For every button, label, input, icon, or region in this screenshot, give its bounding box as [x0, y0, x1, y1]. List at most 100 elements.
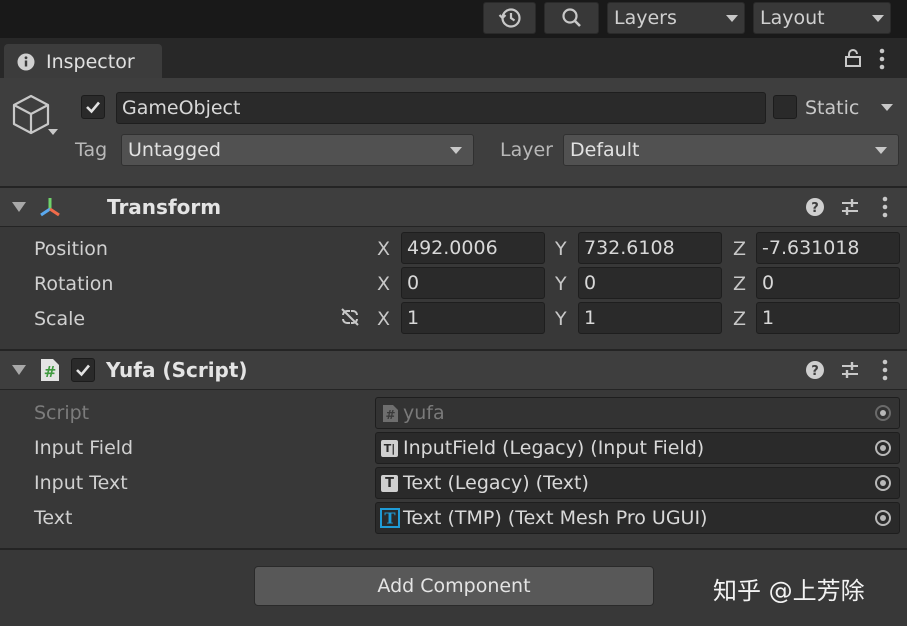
- script-object-value: yufa: [403, 402, 445, 424]
- svg-text:#: #: [385, 408, 395, 422]
- divider: [0, 226, 907, 227]
- layer-dropdown-value: Default: [570, 139, 640, 161]
- object-picker-icon[interactable]: [875, 475, 891, 491]
- object-picker-icon[interactable]: [875, 440, 891, 456]
- lock-icon[interactable]: [844, 48, 862, 68]
- help-icon[interactable]: ?: [805, 360, 825, 380]
- scale-x-value: 1: [407, 307, 420, 329]
- foldout-arrow-icon[interactable]: [12, 365, 26, 375]
- foldout-arrow-icon[interactable]: [12, 202, 26, 212]
- checkmark-icon: [76, 364, 90, 377]
- tag-dropdown[interactable]: Untagged: [121, 134, 474, 166]
- object-picker-icon[interactable]: [875, 510, 891, 526]
- axis-y-label: Y: [555, 308, 567, 330]
- text-object-field[interactable]: T Text (TMP) (Text Mesh Pro UGUI): [375, 502, 900, 534]
- object-picker-icon: [875, 405, 891, 421]
- gameobject-name-field[interactable]: GameObject: [116, 92, 766, 124]
- cube-icon[interactable]: [10, 93, 60, 141]
- checkmark-icon: [86, 101, 100, 114]
- preset-icon[interactable]: [840, 197, 860, 217]
- script-icon: #: [383, 405, 398, 422]
- search-button[interactable]: [544, 2, 599, 34]
- scale-z-field[interactable]: 1: [756, 302, 900, 334]
- chevron-down-icon: [875, 147, 887, 154]
- layers-dropdown-label: Layers: [614, 7, 677, 29]
- scale-y-field[interactable]: 1: [578, 302, 722, 334]
- position-x-value: 492.0006: [407, 237, 498, 259]
- top-toolbar: Layers Layout: [0, 0, 907, 38]
- layout-dropdown[interactable]: Layout: [753, 2, 891, 34]
- add-component-button[interactable]: Add Component: [254, 566, 654, 606]
- rotation-x-value: 0: [407, 272, 420, 294]
- position-y-value: 732.6108: [584, 237, 675, 259]
- kebab-menu-icon[interactable]: [879, 359, 891, 381]
- kebab-menu-icon[interactable]: [879, 196, 891, 218]
- axis-z-label: Z: [733, 308, 747, 330]
- scale-y-value: 1: [584, 307, 597, 329]
- input-field-label: Input Field: [34, 437, 134, 459]
- preset-icon[interactable]: [840, 360, 860, 380]
- history-button[interactable]: [483, 2, 536, 34]
- position-y-field[interactable]: 732.6108: [578, 232, 722, 264]
- tag-label: Tag: [75, 139, 108, 161]
- axis-z-label: Z: [733, 273, 747, 295]
- info-icon: [17, 53, 35, 71]
- active-checkbox[interactable]: [81, 95, 105, 119]
- position-x-field[interactable]: 492.0006: [401, 232, 545, 264]
- script-icon: #: [41, 359, 59, 381]
- text-object-value: Text (TMP) (Text Mesh Pro UGUI): [403, 507, 708, 529]
- script-enabled-checkbox[interactable]: [71, 358, 95, 382]
- static-dropdown-icon[interactable]: [881, 104, 893, 111]
- input-text-object-value: Text (Legacy) (Text): [403, 472, 589, 494]
- svg-text:#: #: [44, 363, 57, 381]
- input-text-label: Input Text: [34, 472, 128, 494]
- inspector-tab-bar: Inspector: [0, 38, 907, 78]
- layer-label: Layer: [500, 139, 553, 161]
- input-text-object-field[interactable]: T Text (Legacy) (Text): [375, 467, 900, 499]
- layer-dropdown[interactable]: Default: [563, 134, 899, 166]
- svg-text:?: ?: [811, 201, 819, 216]
- svg-text:?: ?: [811, 364, 819, 379]
- axis-y-label: Y: [555, 238, 567, 260]
- input-field-object-value: InputField (Legacy) (Input Field): [403, 437, 705, 459]
- tag-dropdown-value: Untagged: [128, 139, 221, 161]
- link-off-icon[interactable]: [338, 307, 362, 327]
- rotation-x-field[interactable]: 0: [401, 267, 545, 299]
- inputfield-component-icon: T|: [381, 440, 398, 457]
- textmeshpro-icon: T: [380, 508, 400, 528]
- gameobject-header: GameObject Static Tag Untagged Layer Def…: [0, 78, 907, 186]
- transform-header[interactable]: Transform ?: [0, 188, 907, 226]
- script-object-field: # yufa: [375, 397, 900, 429]
- help-icon[interactable]: ?: [805, 197, 825, 217]
- static-checkbox[interactable]: [773, 95, 797, 119]
- rotation-y-value: 0: [584, 272, 597, 294]
- scale-z-value: 1: [762, 307, 775, 329]
- text-component-icon: T: [381, 475, 398, 492]
- input-field-object-field[interactable]: T| InputField (Legacy) (Input Field): [375, 432, 900, 464]
- rotation-label: Rotation: [34, 273, 114, 295]
- layers-dropdown[interactable]: Layers: [607, 2, 745, 34]
- transform-title: Transform: [107, 195, 222, 219]
- axis-x-label: X: [377, 273, 391, 295]
- position-z-field[interactable]: -7.631018: [756, 232, 900, 264]
- chevron-down-icon: [872, 15, 884, 22]
- axis-y-label: Y: [555, 273, 567, 295]
- position-z-value: -7.631018: [762, 237, 860, 259]
- script-field-label: Script: [34, 402, 90, 424]
- tab-inspector[interactable]: Inspector: [4, 44, 162, 78]
- layout-dropdown-label: Layout: [760, 7, 825, 29]
- rotation-y-field[interactable]: 0: [578, 267, 722, 299]
- transform-icon: [40, 198, 60, 217]
- kebab-menu-icon[interactable]: [876, 48, 888, 70]
- history-icon: [498, 8, 521, 28]
- svg-text:T: T: [384, 510, 396, 528]
- scale-label: Scale: [34, 308, 86, 330]
- axis-x-label: X: [377, 238, 391, 260]
- divider: [0, 548, 907, 550]
- rotation-z-field[interactable]: 0: [756, 267, 900, 299]
- search-icon: [562, 8, 581, 27]
- rotation-z-value: 0: [762, 272, 775, 294]
- script-component-header[interactable]: # Yufa (Script) ?: [0, 351, 907, 389]
- scale-x-field[interactable]: 1: [401, 302, 545, 334]
- script-title: Yufa (Script): [106, 358, 248, 382]
